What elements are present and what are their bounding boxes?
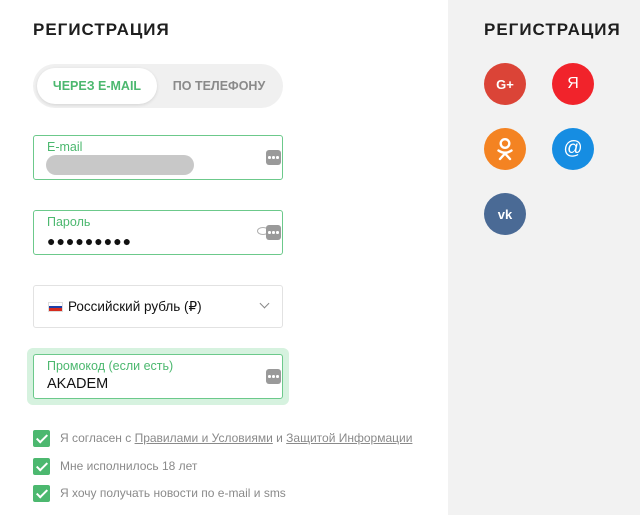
mail-ru-icon[interactable]: @ bbox=[552, 128, 594, 170]
more-dots-icon[interactable] bbox=[266, 225, 281, 240]
russia-flag-icon bbox=[48, 302, 63, 312]
tab-email[interactable]: ЧЕРЕЗ E-MAIL bbox=[37, 68, 157, 104]
email-label: E-mail bbox=[47, 140, 83, 154]
news-checkbox[interactable] bbox=[33, 485, 50, 502]
registration-method-tabs: ЧЕРЕЗ E-MAIL ПО ТЕЛЕФОНУ bbox=[33, 64, 283, 108]
promo-code-field[interactable]: Промокод (если есть) AKADEM bbox=[33, 354, 283, 399]
more-dots-icon[interactable] bbox=[266, 369, 281, 384]
privacy-link[interactable]: Защитой Информации bbox=[286, 431, 412, 445]
odnoklassniki-icon[interactable] bbox=[484, 128, 526, 170]
tab-phone[interactable]: ПО ТЕЛЕФОНУ bbox=[159, 68, 279, 104]
terms-text: Я согласен с Правилами и Условиями и Защ… bbox=[60, 431, 413, 445]
age-checkbox[interactable] bbox=[33, 458, 50, 475]
currency-select[interactable]: Российский рубль (₽) bbox=[33, 285, 283, 328]
age-text: Мне исполнилось 18 лет bbox=[60, 459, 198, 473]
vk-icon[interactable]: vk bbox=[484, 193, 526, 235]
social-title: РЕГИСТРАЦИЯ bbox=[484, 20, 621, 39]
currency-value: Российский рубль (₽) bbox=[68, 299, 202, 314]
chevron-down-icon bbox=[259, 298, 270, 309]
terms-checkbox[interactable] bbox=[33, 430, 50, 447]
news-text: Я хочу получать новости по e-mail и sms bbox=[60, 486, 286, 500]
registration-form-panel: РЕГИСТРАЦИЯ ЧЕРЕЗ E-MAIL ПО ТЕЛЕФОНУ E-m… bbox=[0, 0, 448, 515]
password-field[interactable]: Пароль ●●●●●●●●● bbox=[33, 210, 283, 255]
promo-label: Промокод (если есть) bbox=[47, 359, 174, 373]
password-value: ●●●●●●●●● bbox=[47, 233, 133, 249]
email-value-redacted bbox=[46, 155, 194, 175]
email-field[interactable]: E-mail bbox=[33, 135, 283, 180]
social-registration-panel: РЕГИСТРАЦИЯ G+ Я @ vk bbox=[448, 0, 640, 515]
form-title: РЕГИСТРАЦИЯ bbox=[33, 20, 170, 39]
yandex-icon[interactable]: Я bbox=[552, 63, 594, 105]
password-label: Пароль bbox=[47, 215, 91, 229]
promo-value: AKADEM bbox=[47, 376, 109, 392]
google-plus-icon[interactable]: G+ bbox=[484, 63, 526, 105]
terms-link[interactable]: Правилами и Условиями bbox=[135, 431, 273, 445]
more-dots-icon[interactable] bbox=[266, 150, 281, 165]
